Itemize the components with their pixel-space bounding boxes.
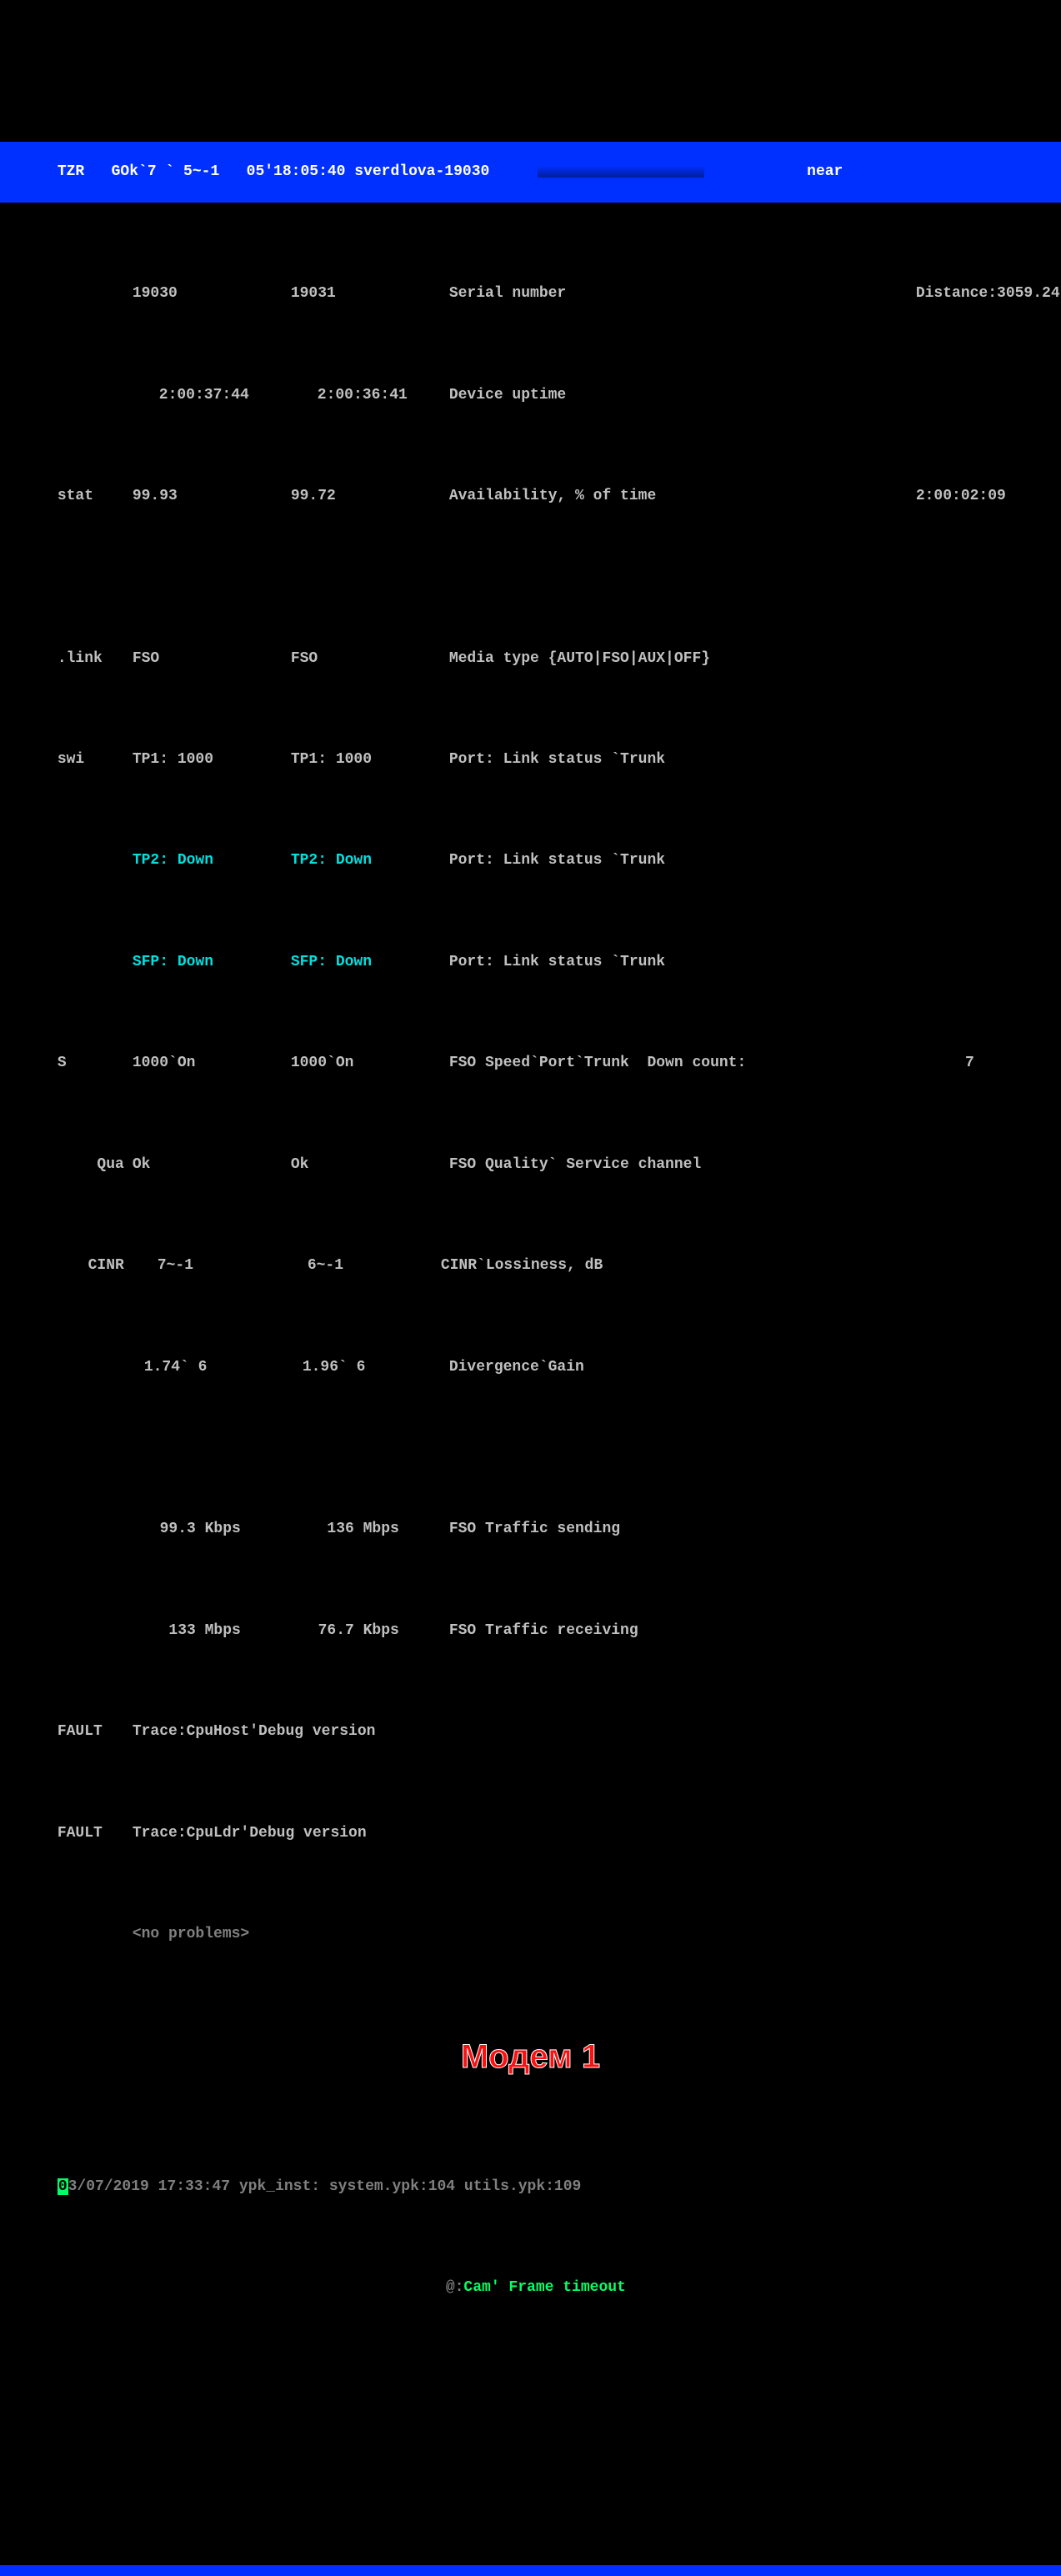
fault2: Trace:CpuLdr'Debug version — [133, 1825, 367, 1842]
tp1-b: TP1: 1000 — [291, 749, 449, 769]
tp1-a: TP1: 1000 — [133, 749, 291, 769]
serial-b: 19031 — [291, 283, 449, 303]
div-a: 1.74` 6 — [133, 1359, 208, 1376]
cursor-icon: 0 — [58, 2178, 68, 2195]
media-a: FSO — [133, 649, 291, 669]
stat-lbl: stat — [58, 486, 133, 506]
link-lbl: .link — [58, 649, 133, 669]
avail-time: 2:00:02:09 — [916, 486, 1006, 506]
sfp-b: SFP: Down — [291, 952, 449, 972]
rx-lbl: FSO Traffic receiving — [449, 1621, 916, 1641]
fault1: Trace:CpuHost'Debug version — [133, 1723, 376, 1740]
censored-ip — [538, 166, 704, 178]
stat-b: 99.72 — [291, 486, 449, 506]
serial-lbl: Serial number — [449, 283, 916, 303]
tx-a: 99.3 Kbps — [160, 1521, 241, 1537]
port-lbl3: Port: Link status `Trunk — [449, 952, 916, 972]
distance: 3059.24 — [997, 285, 1060, 302]
rx-b: 76.7 Kbps — [318, 1622, 399, 1639]
speed-b: 1000`On — [291, 1053, 449, 1073]
tp2-a: TP2: Down — [133, 850, 291, 870]
cinr-lbl: CINR — [58, 1255, 124, 1275]
qua-a: Ok — [133, 1155, 291, 1175]
log-ts: 3/07/2019 17:33:47 ypk_inst: system.ypk:… — [68, 2178, 582, 2195]
cam-at: @: — [446, 2279, 464, 2296]
div-desc: Divergence`Gain — [449, 1357, 916, 1377]
tx-b: 136 Mbps — [327, 1521, 398, 1537]
modem2-panel: TZR GOk`6 ` 6~-2 05'18:05:40 metall-1903… — [0, 2504, 1061, 2576]
hdr-left: TZR GOk`7 ` 5~-1 05'18:05:40 sverdlova-1… — [58, 163, 489, 180]
cinr-b: 6~-1 — [283, 1257, 343, 1274]
tp2-b: TP2: Down — [291, 850, 449, 870]
qua-desc: FSO Quality` Service channel — [449, 1155, 916, 1175]
speed-lbl: FSO Speed`Port`Trunk Down count: — [449, 1053, 916, 1073]
cinr-a: 7~-1 — [133, 1257, 193, 1274]
uptime-b: 2:00:36:41 — [318, 387, 408, 403]
media-b: FSO — [291, 649, 449, 669]
uptime-lbl: Device uptime — [449, 385, 916, 405]
uptime-a: 2:00:37:44 — [159, 387, 249, 403]
port-lbl2: Port: Link status `Trunk — [449, 850, 916, 870]
tx-lbl: FSO Traffic sending — [449, 1519, 916, 1539]
log-line1: 03/07/2019 17:33:47 ypk_inst: system.ypk… — [0, 2157, 1061, 2218]
down-count: 7 — [916, 1053, 979, 1073]
sfp-a: SFP: Down — [133, 952, 291, 972]
port-lbl: Port: Link status `Trunk — [449, 749, 916, 769]
modem1-panel: TZR GOk`7 ` 5~-1 05'18:05:40 sverdlova-1… — [0, 81, 1061, 2358]
fault-lbl2: FAULT — [58, 1823, 133, 1843]
distance-lbl: Distance: — [916, 285, 997, 302]
speed-a: 1000`On — [133, 1053, 291, 1073]
modem1-header: TZR GOk`7 ` 5~-1 05'18:05:40 sverdlova-1… — [0, 142, 1061, 203]
noprob: <no problems> — [133, 1926, 249, 1942]
terminal-output: TZR GOk`7 ` 5~-1 05'18:05:40 sverdlova-1… — [0, 0, 1061, 2576]
hdr-tag: near — [807, 163, 843, 180]
cinr-desc: CINR`Lossiness, dB — [441, 1255, 908, 1275]
cam-msg: Cam' Frame timeout — [463, 2279, 625, 2296]
stat-a: 99.93 — [133, 486, 291, 506]
media-lbl: Media type {AUTO|FSO|AUX|OFF} — [449, 649, 916, 669]
serial-a: 19030 — [133, 283, 291, 303]
fault-lbl: FAULT — [58, 1722, 133, 1742]
div-b: 1.96` 6 — [291, 1359, 366, 1376]
rx-a: 133 Mbps — [168, 1622, 240, 1639]
swi-lbl: swi — [58, 749, 133, 769]
qua-lbl: Qua — [58, 1155, 133, 1175]
annotation-modem1: Модем 1 — [0, 2034, 1061, 2079]
avail-lbl: Availability, % of time — [449, 486, 916, 506]
s-lbl: S — [58, 1053, 133, 1073]
modem2-header: TZR GOk`6 ` 6~-2 05'18:05:40 metall-1903… — [0, 2565, 1061, 2576]
qua-b: Ok — [291, 1155, 449, 1175]
